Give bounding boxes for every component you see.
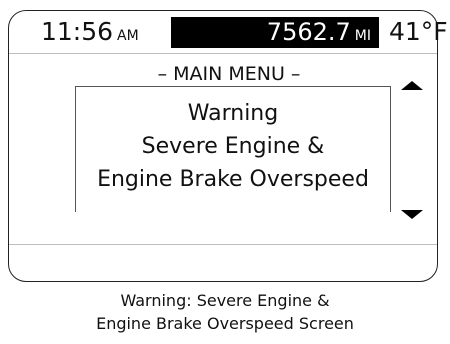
odometer-unit: MI bbox=[354, 28, 371, 44]
warning-message: Warning Severe Engine & Engine Brake Ove… bbox=[76, 97, 390, 196]
clock: 11:56 AM bbox=[41, 17, 139, 51]
outside-temperature: 41°F bbox=[389, 17, 448, 46]
warning-line-3: Engine Brake Overspeed bbox=[97, 167, 369, 192]
caption-line-2: Engine Brake Overspeed Screen bbox=[96, 314, 354, 333]
clock-time: 11:56 bbox=[41, 17, 114, 46]
warning-line-1: Warning bbox=[187, 101, 279, 126]
footer-divider bbox=[9, 244, 437, 245]
status-bar: 11:56 AM 7562.7 MI 41°F bbox=[9, 11, 448, 54]
figure-caption: Warning: Severe Engine & Engine Brake Ov… bbox=[0, 289, 450, 335]
scroll-up-arrow-icon[interactable] bbox=[401, 81, 423, 90]
scroll-down-arrow-icon[interactable] bbox=[401, 210, 423, 219]
menu-title: – MAIN MENU – bbox=[157, 63, 301, 85]
odometer-value: 7562.7 bbox=[266, 18, 351, 46]
warning-message-box: Warning Severe Engine & Engine Brake Ove… bbox=[75, 86, 391, 212]
caption-line-1: Warning: Severe Engine & bbox=[120, 291, 330, 310]
odometer: 7562.7 MI bbox=[171, 17, 379, 48]
clock-ampm: AM bbox=[117, 28, 139, 44]
dashboard-display: 11:56 AM 7562.7 MI 41°F – MAIN MENU – Warn… bbox=[8, 10, 448, 282]
warning-line-2: Severe Engine & bbox=[141, 134, 325, 159]
